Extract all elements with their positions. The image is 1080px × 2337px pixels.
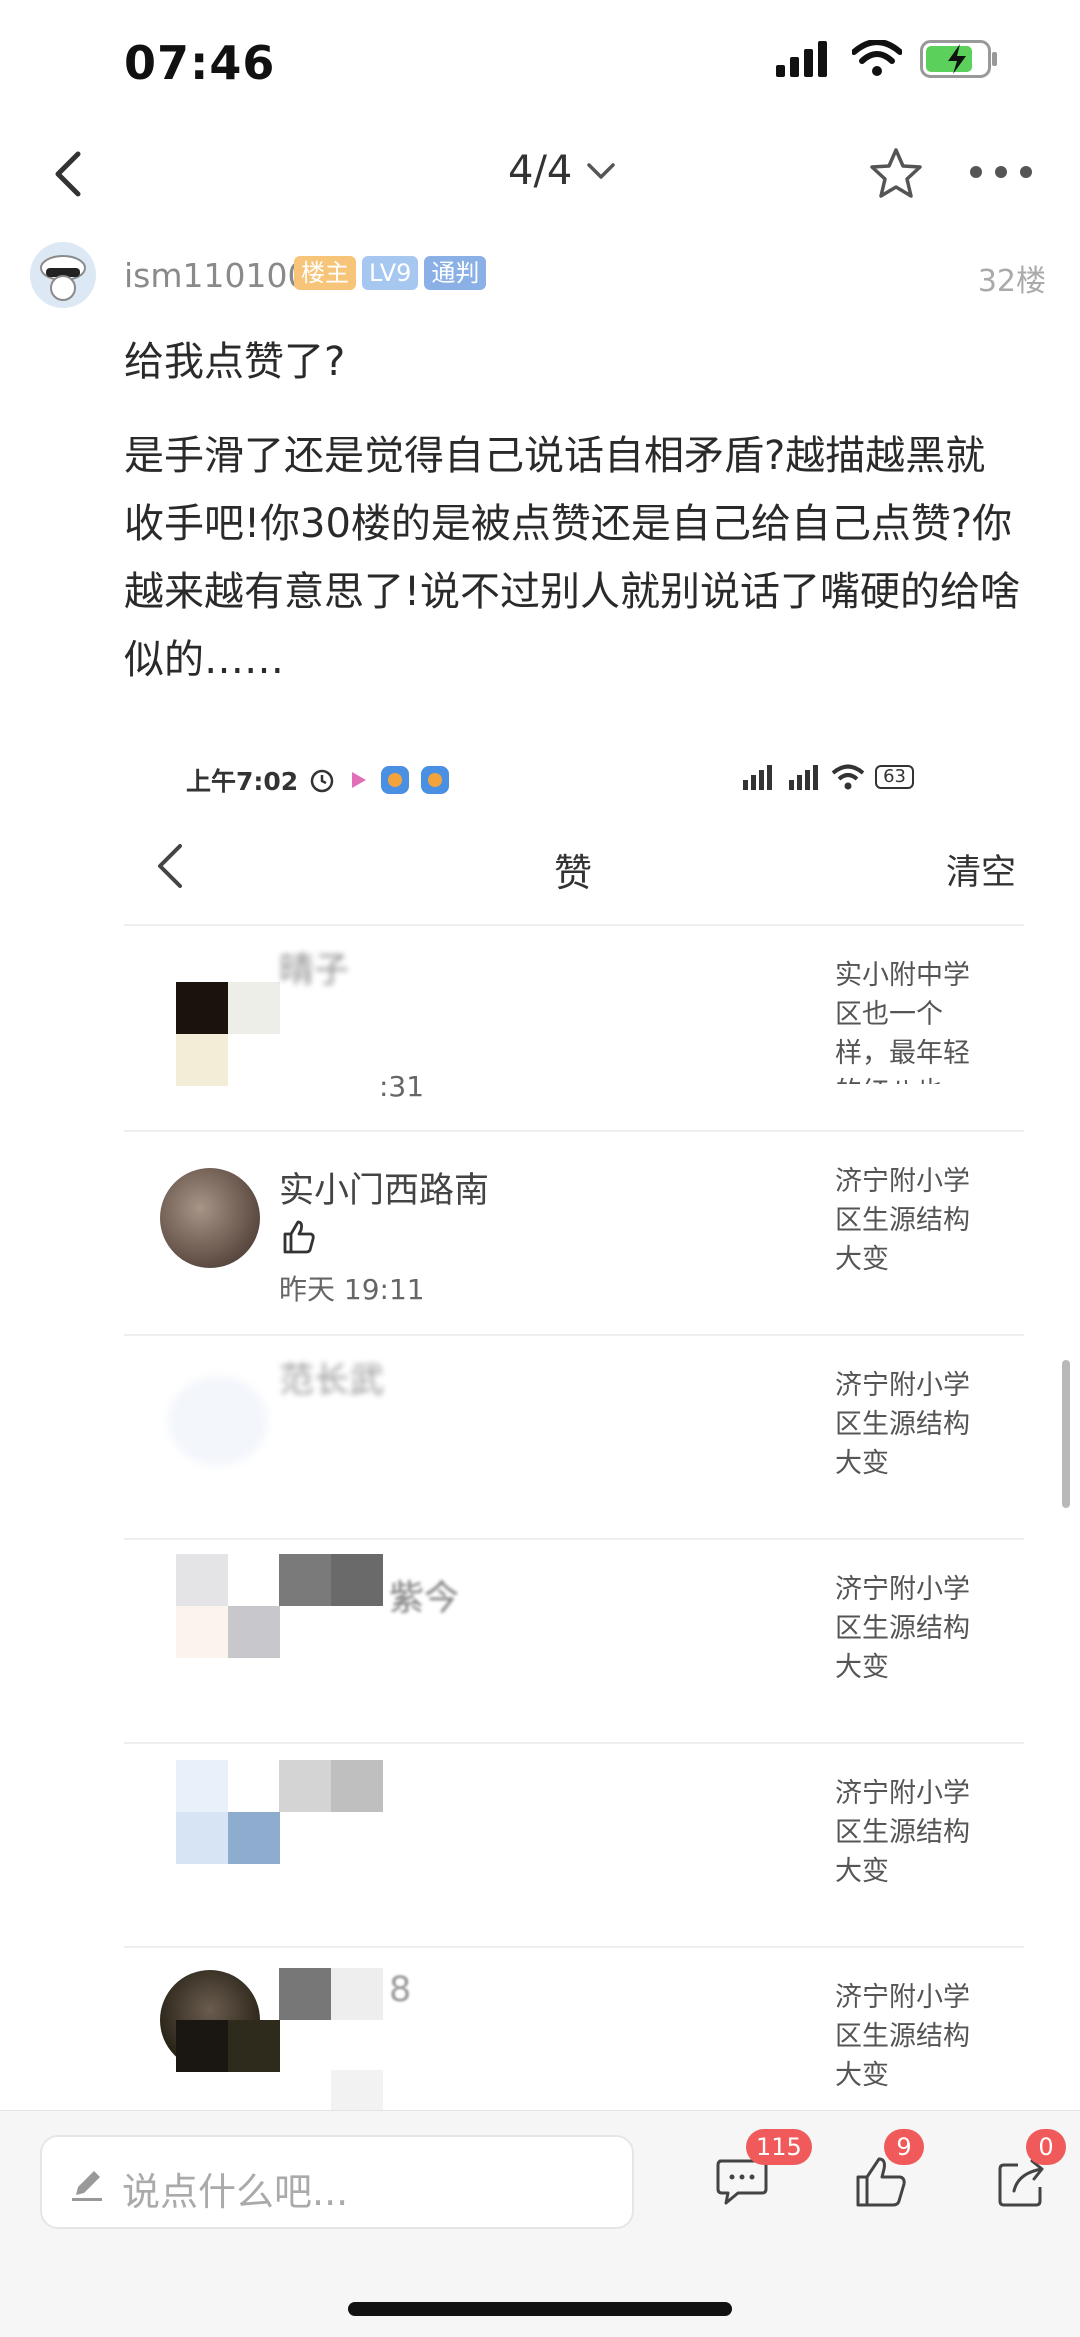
- liker-avatar: [168, 1376, 268, 1466]
- like-list-item: 济宁附小学区生源结构大变: [124, 1744, 1024, 1948]
- battery-charging-icon: [920, 40, 997, 78]
- cellular-signal-icon: [776, 41, 827, 77]
- pixelated-avatar: [176, 1760, 228, 1812]
- wifi-icon: [852, 40, 902, 76]
- pen-icon: [72, 2171, 102, 2201]
- like-list-item: 8 济宁附小学区生源结构大变: [124, 1948, 1024, 2120]
- star-favorite-icon[interactable]: [866, 144, 926, 204]
- user-badges: 楼主 LV9 通判: [294, 256, 487, 290]
- hd-signal-icon: [743, 765, 773, 790]
- wifi-icon: [831, 764, 865, 790]
- pixelated-name: [331, 1968, 383, 2020]
- post-detail-page: 07:46 4/4 ism110100 楼主 LV9 通判 32楼 给我点赞了?…: [0, 0, 1080, 2337]
- video-app-icon: [352, 772, 367, 788]
- screenshot-status-icons: 63: [739, 764, 914, 790]
- like-list-item: 实小门西路南 昨天 19:11 济宁附小学区生源结构大变: [124, 1132, 1024, 1336]
- post-paragraph-2: 是手滑了还是觉得自己说话自相矛盾?越描越黑就收手吧!你30楼的是被点赞还是自己给…: [124, 433, 1021, 683]
- like-time: :31: [379, 1070, 425, 1103]
- pixelated-avatar: [176, 1812, 228, 1864]
- alarm-icon: [310, 769, 334, 793]
- battery-level: 63: [883, 766, 906, 787]
- pixelated-avatar: [176, 1606, 228, 1658]
- attached-screenshot-image[interactable]: 上午7:02 63 赞 清空 晴子 :31 实小附中学区也一个样，最年轻 实小门…: [124, 740, 1024, 2120]
- app-icon: [421, 766, 450, 794]
- likes-button[interactable]: 9: [850, 2129, 924, 2211]
- comments-count-badge: 115: [746, 2129, 812, 2165]
- like-list-item: 紫今 济宁附小学区生源结构大变: [124, 1540, 1024, 1744]
- username[interactable]: ism110100: [124, 256, 308, 295]
- screenshot-status-time: 上午7:02: [186, 767, 299, 796]
- signal-icon: [789, 765, 819, 790]
- status-icons: [776, 40, 1000, 78]
- page-indicator: 4/4: [508, 148, 573, 194]
- avatar-image: [30, 242, 96, 308]
- comment-input[interactable]: 说点什么吧...: [40, 2135, 634, 2229]
- liked-post-title: 济宁附小学区生源结构大变: [835, 1778, 970, 1887]
- app-icon: [381, 766, 410, 794]
- liker-name: 实小门西路南: [279, 1171, 490, 1211]
- battery-indicator: 63: [875, 765, 914, 789]
- pixelated-avatar: [176, 1034, 228, 1086]
- owner-badge: 楼主: [294, 256, 356, 290]
- pixelated-avatar: [176, 2020, 228, 2072]
- title-badge: 通判: [424, 256, 487, 290]
- liker-name: 晴子: [279, 951, 350, 991]
- floor-number: 32楼: [977, 264, 1046, 299]
- liked-post-title: 济宁附小学区生源结构大变: [835, 1166, 970, 1275]
- status-time: 07:46: [124, 36, 276, 90]
- pixelated-avatar: [228, 2020, 280, 2072]
- pixelated-name: [279, 1968, 331, 2020]
- home-indicator[interactable]: [348, 2302, 732, 2316]
- post-paragraph-1: 给我点赞了?: [124, 339, 346, 385]
- user-avatar[interactable]: [30, 242, 96, 308]
- comment-placeholder: 说点什么吧...: [122, 2170, 349, 2214]
- liked-post-title: 济宁附小学区生源结构大变: [835, 1574, 970, 1683]
- back-arrow-icon[interactable]: [40, 144, 100, 204]
- liker-name: 8: [389, 1970, 412, 2010]
- back-arrow-icon: [158, 844, 182, 888]
- page-selector[interactable]: 4/4: [508, 148, 616, 194]
- liker-name: 紫今: [389, 1579, 460, 1619]
- pixelated-avatar: [176, 982, 228, 1034]
- pixelated-avatar: [228, 982, 280, 1034]
- like-list-item: 范长武 济宁附小学区生源结构大变: [124, 1336, 1024, 1540]
- screenshot-title: 赞: [554, 851, 593, 895]
- share-button[interactable]: 0: [992, 2129, 1066, 2211]
- screenshot-status-bar: 上午7:02: [186, 762, 450, 798]
- liker-avatar: [160, 1168, 260, 1268]
- pixelated-avatar: [176, 1554, 228, 1606]
- liked-post-title: 济宁附小学区生源结构大变: [835, 1982, 970, 2091]
- like-time: 昨天 19:11: [279, 1273, 425, 1306]
- liked-post-title: 济宁附小学区生源结构大变: [835, 1370, 970, 1479]
- pixelated-avatar: [228, 1812, 280, 1864]
- comments-button[interactable]: 115: [712, 2129, 812, 2211]
- scrollbar[interactable]: [1062, 1360, 1070, 1508]
- pixelated-name: [331, 1760, 383, 1812]
- screenshot-clear-button: 清空: [945, 853, 1016, 893]
- more-options-icon[interactable]: [966, 152, 1036, 192]
- thumbs-up-icon: [283, 1220, 315, 1254]
- pixelated-name: [279, 1760, 331, 1812]
- pixelated-avatar: [228, 1606, 280, 1658]
- status-bar: 07:46: [0, 0, 1080, 120]
- chevron-down-icon: [587, 163, 616, 179]
- shares-count-badge: 0: [1026, 2129, 1066, 2165]
- nav-bar: 4/4: [0, 130, 1080, 220]
- liked-post-title: 实小附中学区也一个样，最年轻的红八也: [835, 960, 970, 1084]
- pixelated-name: [279, 1554, 331, 1606]
- likes-count-badge: 9: [884, 2129, 924, 2165]
- liker-name: 范长武: [279, 1361, 385, 1401]
- like-list-item: 晴子 :31 实小附中学区也一个样，最年轻的红八也: [124, 926, 1024, 1130]
- level-badge: LV9: [362, 256, 419, 290]
- pixelated-name: [331, 1554, 383, 1606]
